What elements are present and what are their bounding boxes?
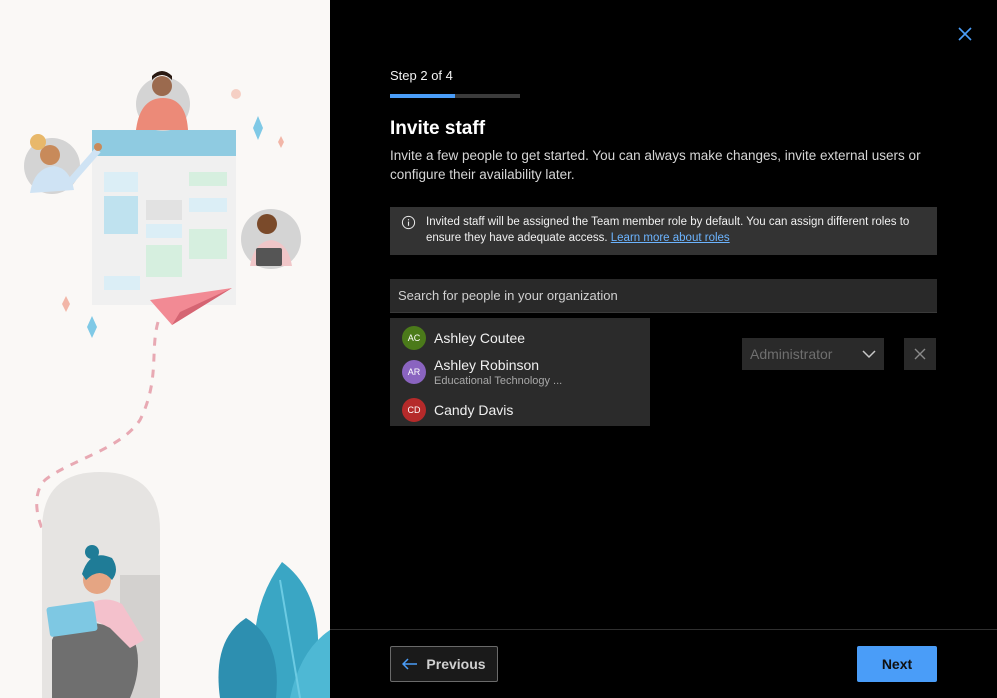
next-button[interactable]: Next bbox=[857, 646, 937, 682]
info-banner: Invited staff will be assigned the Team … bbox=[390, 207, 937, 255]
illustration-artwork bbox=[24, 71, 330, 698]
suggestion-item-ashley-coutee[interactable]: AC Ashley Coutee bbox=[390, 322, 650, 354]
onboarding-illustration bbox=[0, 0, 330, 698]
role-dropdown[interactable]: Administrator bbox=[742, 338, 884, 370]
suggestion-item-ashley-robinson[interactable]: AR Ashley Robinson Educational Technolog… bbox=[390, 354, 650, 390]
page-description: Invite a few people to get started. You … bbox=[390, 148, 921, 182]
avatar: AC bbox=[402, 326, 426, 350]
previous-button-label: Previous bbox=[426, 656, 486, 672]
close-button[interactable] bbox=[955, 24, 975, 44]
previous-button[interactable]: Previous bbox=[390, 646, 498, 682]
progress-fill bbox=[390, 94, 455, 98]
page-title: Invite staff bbox=[390, 118, 486, 139]
learn-more-roles-link[interactable]: Learn more about roles bbox=[611, 232, 730, 244]
next-button-label: Next bbox=[881, 656, 913, 672]
remove-user-button[interactable] bbox=[904, 338, 936, 370]
suggestion-department: Educational Technology ... bbox=[434, 375, 563, 387]
suggestion-name: Ashley Robinson bbox=[434, 357, 540, 373]
suggestion-name: Candy Davis bbox=[434, 402, 514, 418]
footer-divider bbox=[330, 629, 997, 630]
suggestion-item-candy-davis[interactable]: CD Candy Davis bbox=[390, 394, 650, 426]
avatar: CD bbox=[402, 398, 426, 422]
people-suggestions-list: AC Ashley Coutee AR Ashley Robinson Educ… bbox=[390, 318, 650, 426]
close-icon bbox=[958, 27, 972, 41]
arrow-left-icon bbox=[402, 658, 418, 670]
step-indicator: Step 2 of 4 bbox=[390, 68, 453, 83]
search-people-input[interactable] bbox=[390, 279, 937, 313]
role-dropdown-value: Administrator bbox=[750, 346, 833, 362]
info-icon bbox=[401, 215, 416, 230]
progress-bar bbox=[390, 94, 520, 98]
invite-staff-dialog: Step 2 of 4 Invite staff Invite a few pe… bbox=[330, 0, 997, 698]
close-icon bbox=[914, 348, 926, 360]
chevron-down-icon bbox=[862, 350, 876, 359]
avatar: AR bbox=[402, 360, 426, 384]
suggestion-name: Ashley Coutee bbox=[434, 330, 526, 346]
